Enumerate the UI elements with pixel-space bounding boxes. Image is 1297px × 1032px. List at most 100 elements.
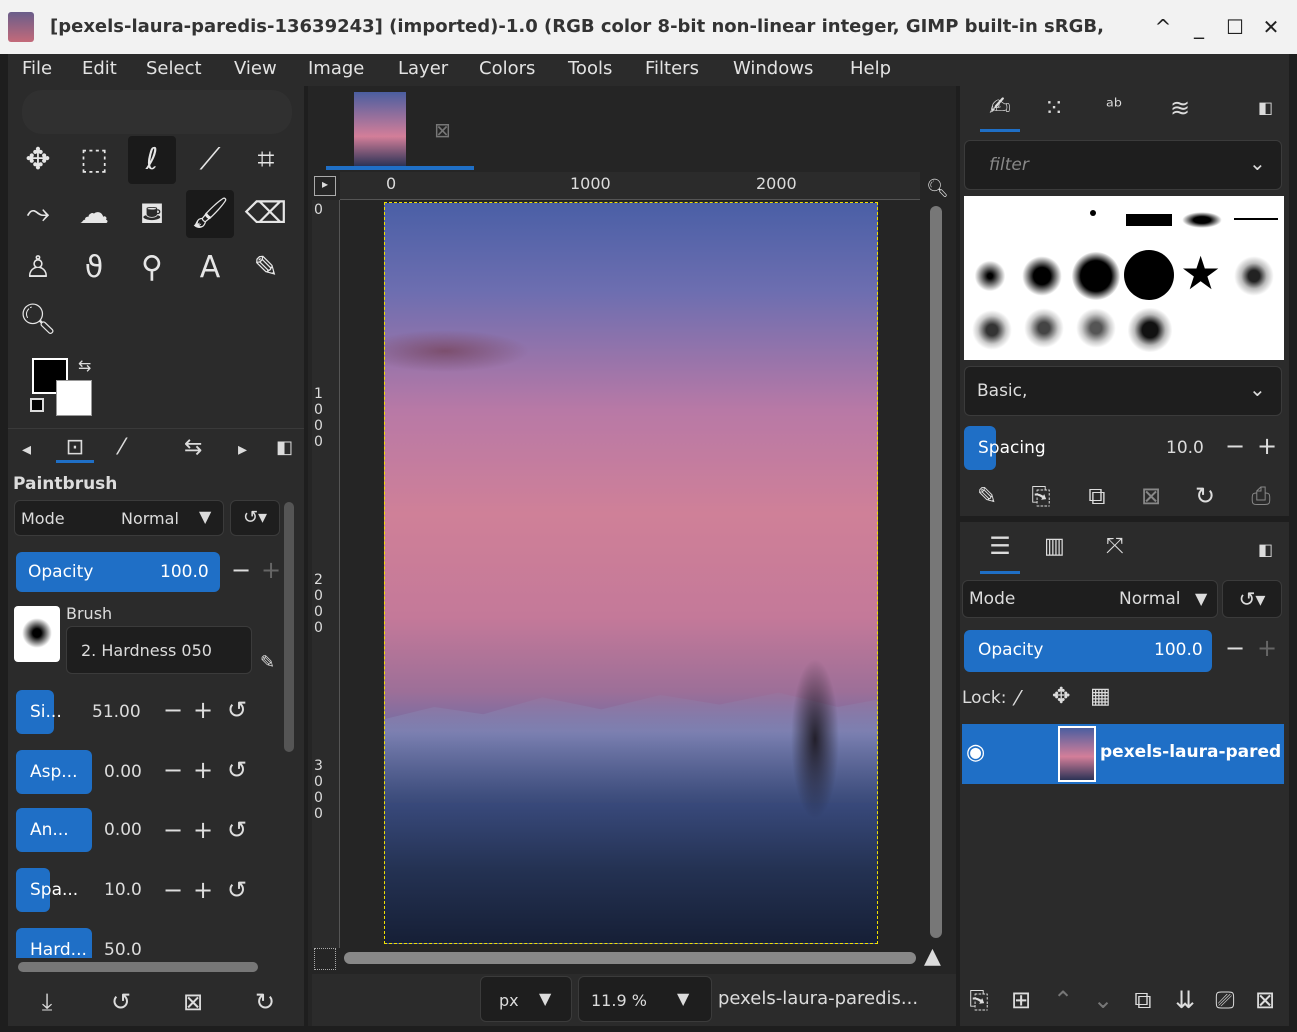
patterns-tab-icon[interactable]: ⁙ xyxy=(1044,94,1064,122)
menu-tools[interactable]: Tools xyxy=(568,58,612,79)
edit-brush-icon[interactable]: ✎ xyxy=(260,652,275,673)
refresh-brushes-icon[interactable]: ↻ xyxy=(1190,482,1220,510)
brushes-tab-icon[interactable]: ✍ xyxy=(980,92,1020,132)
opacity-decrease-button[interactable]: − xyxy=(226,556,256,584)
bucket-fill-tool-icon[interactable]: ⛾ xyxy=(128,190,176,238)
aspect-slider[interactable]: Asp... 0.00 xyxy=(16,750,164,794)
unit-dropdown[interactable]: px ▼ xyxy=(480,976,572,1022)
tab-right-arrow-icon[interactable]: ▸ xyxy=(238,439,247,460)
canvas-vscrollbar[interactable] xyxy=(930,206,942,938)
brush-ellipse[interactable] xyxy=(1182,212,1222,228)
layers-tab-icon[interactable]: ☰ xyxy=(980,532,1020,574)
menu-colors[interactable]: Colors xyxy=(479,58,535,79)
spacing-reset-icon[interactable]: ↺ xyxy=(222,876,252,904)
lock-position-icon[interactable]: ✥ xyxy=(1052,684,1070,709)
warp-tool-icon[interactable]: ☁ xyxy=(70,190,118,238)
clone-tool-icon[interactable]: ♙ xyxy=(14,244,62,292)
new-layer-group-icon[interactable]: ⊞ xyxy=(1006,986,1036,1014)
lock-alpha-icon[interactable]: ▦ xyxy=(1090,684,1111,709)
size-slider[interactable]: Si... 51.00 xyxy=(16,690,164,734)
delete-options-icon[interactable]: ⊠ xyxy=(178,988,208,1016)
menu-help[interactable]: Help xyxy=(850,58,891,79)
paths-tool-icon[interactable]: ⚲ xyxy=(128,244,176,292)
shade-window-button[interactable]: ^ xyxy=(1150,14,1176,40)
angle-reset-icon[interactable]: ↺ xyxy=(222,816,252,844)
menu-image[interactable]: Image xyxy=(308,58,364,79)
brush-hardness-100[interactable] xyxy=(1124,250,1174,300)
spacing-decrease-button[interactable]: − xyxy=(158,876,188,904)
size-increase-button[interactable]: + xyxy=(188,696,218,724)
maximize-button[interactable]: ☐ xyxy=(1222,14,1248,40)
navigate-icon[interactable] xyxy=(314,948,336,970)
aspect-reset-icon[interactable]: ↺ xyxy=(222,756,252,784)
spacing-slider[interactable]: Spa... 10.0 xyxy=(16,868,164,912)
quick-mask-menu-icon[interactable]: ▸ xyxy=(314,176,336,196)
zoom-dropdown[interactable]: 11.9 % ▼ xyxy=(578,976,712,1022)
reset-layer-mode-button[interactable]: ↺▾ xyxy=(1222,580,1282,618)
raise-layer-icon[interactable]: ⌃ xyxy=(1048,986,1078,1014)
paintbrush-tool-icon[interactable]: 🖌 xyxy=(186,190,234,238)
tool-options-tab-icon[interactable]: ⊡ xyxy=(56,435,94,463)
brush-grunge-3[interactable] xyxy=(1076,308,1116,348)
duplicate-brush-icon[interactable]: ⧉ xyxy=(1082,482,1112,510)
brush-preset-dropdown[interactable]: Basic, ⌄ xyxy=(964,366,1282,416)
menu-layer[interactable]: Layer xyxy=(398,58,448,79)
minimize-button[interactable]: _ xyxy=(1186,14,1212,40)
delete-brush-icon[interactable]: ⊠ xyxy=(1136,482,1166,510)
brush-line[interactable] xyxy=(1234,218,1278,220)
edit-brush-icon[interactable]: ✎ xyxy=(972,482,1002,510)
layer-opacity-decrease-button[interactable]: − xyxy=(1220,634,1250,662)
background-color-swatch[interactable] xyxy=(56,380,92,416)
open-brush-as-image-icon[interactable]: ⎙ xyxy=(1246,482,1276,510)
brush-spacing-increase-button[interactable]: + xyxy=(1252,432,1282,460)
configure-tab-icon[interactable]: ◧ xyxy=(276,437,293,458)
lower-layer-icon[interactable]: ⌄ xyxy=(1088,986,1118,1014)
brush-preview[interactable] xyxy=(14,606,60,662)
brush-spacing-slider[interactable]: Spacing 10.0 xyxy=(964,426,1218,470)
zoom-icon[interactable]: 🔍︎ xyxy=(926,178,949,199)
layer-opacity-slider[interactable]: Opacity 100.0 xyxy=(964,630,1212,672)
default-colors-icon[interactable] xyxy=(30,398,44,412)
save-options-icon[interactable]: ⤓ xyxy=(32,988,62,1016)
restore-options-icon[interactable]: ↺ xyxy=(106,988,136,1016)
reset-mode-button[interactable]: ↺▾ xyxy=(230,500,280,536)
brush-star[interactable]: ★ xyxy=(1180,246,1221,300)
menu-select[interactable]: Select xyxy=(146,58,202,79)
duplicate-layer-icon[interactable]: ⧉ xyxy=(1128,986,1158,1014)
paths-tab-icon[interactable]: ⤧ xyxy=(1106,534,1124,559)
brush-soft-small[interactable] xyxy=(972,258,1008,294)
new-brush-icon[interactable]: ⎘ xyxy=(1026,482,1056,510)
brush-pixel[interactable] xyxy=(1090,210,1096,216)
eraser-tool-icon[interactable]: ⌫ xyxy=(242,190,290,238)
layer-opacity-increase-button[interactable]: + xyxy=(1252,634,1282,662)
size-reset-icon[interactable]: ↺ xyxy=(222,696,252,724)
gradients-tab-icon[interactable]: ≋ xyxy=(1170,94,1190,122)
size-decrease-button[interactable]: − xyxy=(158,696,188,724)
crop-tool-icon[interactable]: ⌗ xyxy=(242,136,290,184)
brush-hardness-050[interactable] xyxy=(1022,256,1062,296)
new-layer-icon[interactable]: ⎘ xyxy=(964,986,994,1014)
menu-edit[interactable]: Edit xyxy=(82,58,117,79)
angle-slider[interactable]: An... 0.00 xyxy=(16,808,164,852)
fonts-tab-icon[interactable]: ᵃᵇ xyxy=(1106,94,1122,118)
brush-grunge-4[interactable] xyxy=(1128,308,1172,352)
visibility-eye-icon[interactable]: ◉ xyxy=(966,740,985,765)
canvas-hscrollbar[interactable] xyxy=(344,952,916,964)
text-tool-icon[interactable]: A xyxy=(186,244,234,292)
brush-grunge-1[interactable] xyxy=(972,310,1012,350)
close-tab-icon[interactable]: ⊠ xyxy=(434,118,451,142)
close-button[interactable]: ✕ xyxy=(1258,14,1284,40)
delete-layer-icon[interactable]: ⊠ xyxy=(1250,986,1280,1014)
reset-options-icon[interactable]: ↻ xyxy=(250,988,280,1016)
configure-tab-icon[interactable]: ◧ xyxy=(1258,540,1273,559)
brush-texture[interactable] xyxy=(1234,256,1274,296)
menu-view[interactable]: View xyxy=(234,58,277,79)
configure-tab-icon[interactable]: ◧ xyxy=(1258,98,1273,117)
free-select-tool-icon[interactable]: ℓ xyxy=(128,136,176,184)
device-status-tab-icon[interactable]: ⁄ xyxy=(120,435,124,460)
aspect-increase-button[interactable]: + xyxy=(188,756,218,784)
brush-name-field[interactable]: 2. Hardness 050 xyxy=(66,626,252,674)
brush-grunge-2[interactable] xyxy=(1024,308,1064,348)
aspect-decrease-button[interactable]: − xyxy=(158,756,188,784)
zoom-fit-icon[interactable]: ▲ xyxy=(924,944,941,969)
